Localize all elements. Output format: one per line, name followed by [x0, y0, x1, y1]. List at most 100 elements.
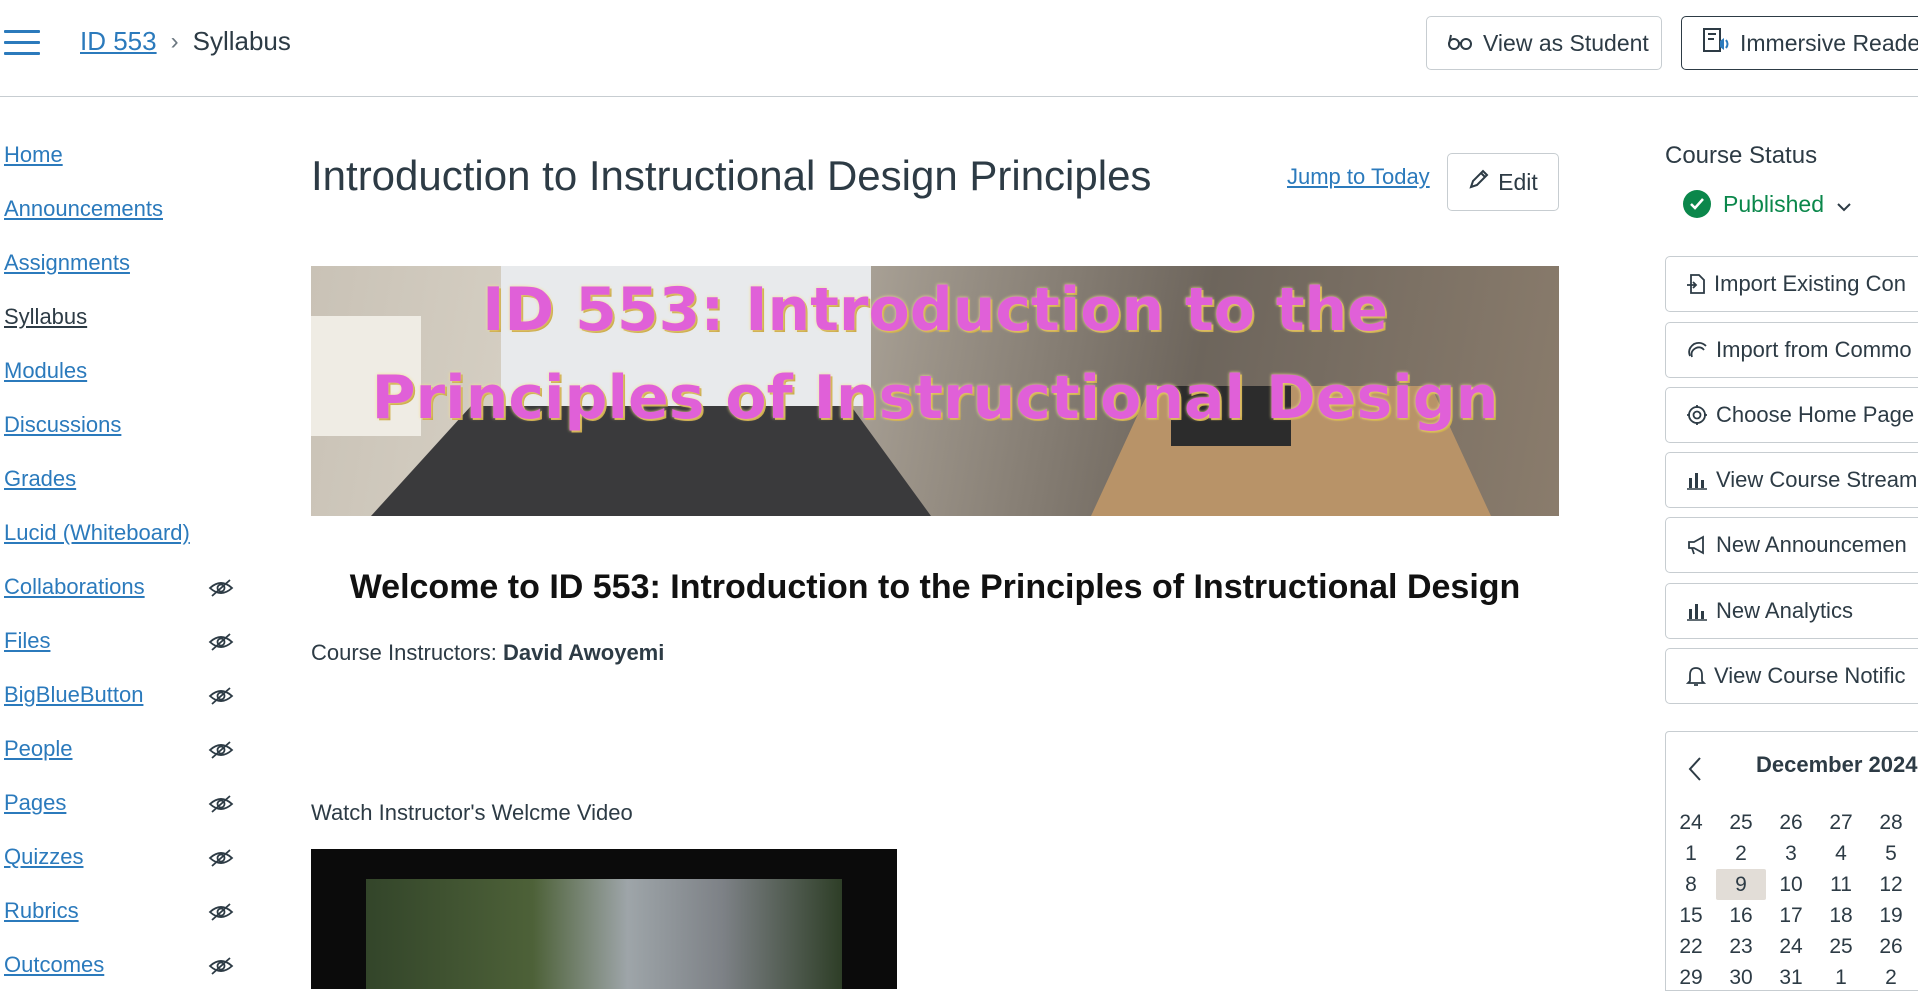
nav-link[interactable]: Files	[4, 628, 50, 653]
instructor-name: David Awoyemi	[502, 640, 665, 665]
calendar-day[interactable]: 1	[1666, 838, 1716, 869]
welcome-video-label: Watch Instructor's Welcme Video	[311, 800, 633, 825]
welcome-video-player[interactable]	[311, 849, 897, 989]
previous-month-icon[interactable]	[1684, 754, 1706, 784]
calendar-day[interactable]: 3	[1766, 838, 1816, 869]
hidden-eye-icon	[208, 954, 234, 975]
view-as-student-button[interactable]: View as Student	[1426, 16, 1662, 70]
calendar-day[interactable]: 12	[1866, 869, 1916, 900]
nav-link[interactable]: Collaborations	[4, 574, 145, 599]
hidden-eye-icon	[208, 792, 234, 813]
calendar-day[interactable]: 2	[1866, 962, 1916, 993]
calendar-day[interactable]: 17	[1766, 900, 1816, 931]
nav-link[interactable]: Quizzes	[4, 844, 83, 869]
calendar-day[interactable]: 30	[1716, 962, 1766, 993]
calendar-week-row: 12345	[1666, 838, 1916, 869]
sidebar-action-button[interactable]: New Analytics	[1665, 583, 1918, 639]
nav-item-grades: Grades	[4, 464, 244, 518]
calendar-day[interactable]: 25	[1716, 807, 1766, 838]
breadcrumb: ID 553 › Syllabus	[80, 26, 291, 57]
nav-link[interactable]: Home	[4, 142, 63, 167]
calendar-day[interactable]: 28	[1866, 807, 1916, 838]
check-circle-icon	[1683, 190, 1711, 218]
nav-item-people: People	[4, 734, 244, 788]
calendar-grid: 24 25 26 27 28 1 2 3 4 5 8 9 10 11 12 15 16 17 18 19 22 23 24 2…	[1666, 807, 1916, 993]
calendar-day[interactable]: 18	[1816, 900, 1866, 931]
sidebar-action-label: New Analytics	[1716, 598, 1853, 623]
nav-link[interactable]: Discussions	[4, 412, 121, 437]
calendar-day[interactable]: 23	[1716, 931, 1766, 962]
calendar-day[interactable]: 24	[1766, 931, 1816, 962]
calendar-day[interactable]: 22	[1666, 931, 1716, 962]
nav-link[interactable]: People	[4, 736, 73, 761]
import-icon	[1686, 273, 1706, 295]
hamburger-menu-icon[interactable]	[4, 30, 40, 58]
sidebar-action-label: Choose Home Page	[1716, 402, 1915, 427]
sidebar-action-button[interactable]: New Announcemen	[1665, 517, 1918, 573]
calendar-day[interactable]: 31	[1766, 962, 1816, 993]
calendar-day[interactable]: 15	[1666, 900, 1716, 931]
target-icon	[1686, 404, 1708, 426]
edit-label: Edit	[1498, 168, 1538, 195]
welcome-heading: Welcome to ID 553: Introduction to the P…	[349, 568, 1521, 606]
immersive-reader-icon	[1702, 27, 1730, 59]
nav-item-discussions: Discussions	[4, 410, 244, 464]
sidebar-action-button[interactable]: View Course Stream	[1665, 452, 1918, 508]
hidden-eye-icon	[208, 846, 234, 867]
nav-item-syllabus: Syllabus	[4, 302, 244, 356]
calendar-day[interactable]: 29	[1666, 962, 1716, 993]
published-status-button[interactable]: Published	[1683, 190, 1852, 218]
nav-link[interactable]: Announcements	[4, 196, 163, 221]
nav-link[interactable]: Syllabus	[4, 304, 87, 329]
sidebar-action-button[interactable]: Choose Home Page	[1665, 387, 1918, 443]
calendar-day[interactable]: 26	[1766, 807, 1816, 838]
nav-item-lucid-whiteboard: Lucid (Whiteboard)	[4, 518, 244, 572]
calendar-day[interactable]: 8	[1666, 869, 1716, 900]
calendar-day[interactable]: 10	[1766, 869, 1816, 900]
sidebar-action-button[interactable]: Import from Commo	[1665, 322, 1918, 378]
calendar-day[interactable]: 27	[1816, 807, 1866, 838]
calendar-day[interactable]: 11	[1816, 869, 1866, 900]
nav-link[interactable]: Outcomes	[4, 952, 104, 977]
immersive-reader-button[interactable]: Immersive Reader	[1681, 16, 1918, 70]
calendar-week-row: 29 30 31 1 2	[1666, 962, 1916, 993]
calendar-day[interactable]: 1	[1816, 962, 1866, 993]
nav-item-rubrics: Rubrics	[4, 896, 244, 950]
calendar-day[interactable]: 19	[1866, 900, 1916, 931]
sidebar-action-button[interactable]: View Course Notific	[1665, 648, 1918, 704]
hidden-eye-icon	[208, 684, 234, 705]
chevron-down-icon	[1836, 191, 1852, 218]
pencil-icon	[1468, 168, 1490, 196]
calendar-day[interactable]: 26	[1866, 931, 1916, 962]
nav-link[interactable]: Lucid (Whiteboard)	[4, 520, 190, 545]
calendar-day[interactable]: 24	[1666, 807, 1716, 838]
banner-title-text: ID 553: Introduction to the Principles o…	[311, 266, 1559, 442]
nav-item-collaborations: Collaborations	[4, 572, 244, 626]
nav-link[interactable]: Assignments	[4, 250, 130, 275]
nav-link[interactable]: Rubrics	[4, 898, 79, 923]
nav-link[interactable]: BigBlueButton	[4, 682, 143, 707]
breadcrumb-course-link[interactable]: ID 553	[80, 26, 157, 57]
sidebar-action-button[interactable]: Import Existing Con	[1665, 256, 1918, 312]
calendar-day[interactable]: 5	[1866, 838, 1916, 869]
bar-chart-icon	[1686, 470, 1708, 490]
sidebar-action-label: View Course Stream	[1716, 467, 1918, 492]
bell-icon	[1686, 665, 1706, 687]
calendar-day[interactable]: 4	[1816, 838, 1866, 869]
calendar-day[interactable]: 25	[1816, 931, 1866, 962]
calendar-day[interactable]: 9	[1716, 869, 1766, 900]
nav-link[interactable]: Pages	[4, 790, 66, 815]
edit-button[interactable]: Edit	[1447, 153, 1559, 211]
course-instructors: Course Instructors: David Awoyemi	[311, 640, 664, 666]
jump-to-today-link[interactable]: Jump to Today	[1287, 164, 1430, 190]
nav-link[interactable]: Modules	[4, 358, 87, 383]
calendar-day[interactable]: 16	[1716, 900, 1766, 931]
video-thumbnail	[366, 879, 842, 989]
commons-icon	[1686, 340, 1708, 360]
nav-item-home: Home	[4, 140, 244, 194]
breadcrumb-current-page: Syllabus	[192, 26, 291, 56]
nav-item-quizzes: Quizzes	[4, 842, 244, 896]
nav-link[interactable]: Grades	[4, 466, 76, 491]
view-as-student-label: View as Student	[1483, 29, 1649, 56]
calendar-day[interactable]: 2	[1716, 838, 1766, 869]
